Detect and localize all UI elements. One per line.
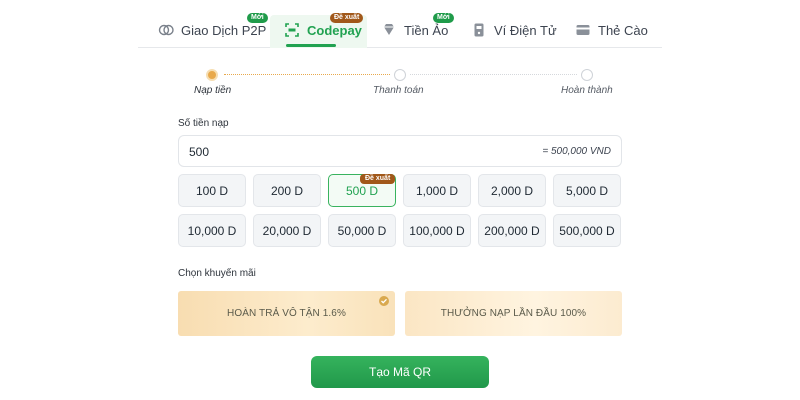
new-badge: Mới (247, 13, 268, 23)
wallet-icon (471, 22, 487, 38)
step-label-hoan-thanh: Hoàn thành (561, 85, 613, 96)
amount-chip[interactable]: 200,000 D (478, 214, 546, 247)
qr-scan-icon (284, 22, 300, 38)
promo-label: THƯỞNG NẠP LẦN ĐẦU 100% (440, 308, 587, 319)
amount-chip[interactable]: 50,000 D (328, 214, 396, 247)
amount-equivalent: = 500,000 VND (542, 146, 611, 157)
promo-option-hoan-tra[interactable]: HOÀN TRẢ VÔ TẬN 1.6% (178, 291, 395, 336)
amount-value: 500 (189, 145, 210, 159)
p2p-exchange-icon (158, 22, 174, 38)
promo-label: HOÀN TRẢ VÔ TẬN 1.6% (227, 308, 346, 319)
amount-label: Số tiền nạp (178, 118, 229, 129)
tab-label: Codepay (307, 22, 362, 38)
tab-label: Thẻ Cào (598, 22, 648, 38)
amount-chip[interactable]: 5,000 D (553, 174, 621, 207)
amount-chip[interactable]: 200 D (253, 174, 321, 207)
tab-label: Ví Điện Tử (494, 22, 557, 38)
amount-chip[interactable]: 500,000 D (553, 214, 621, 247)
tab-label: Tiền Ảo (404, 22, 449, 38)
step-label-nap-tien: Nạp tiền (194, 85, 232, 96)
amount-chip[interactable]: 1,000 D (403, 174, 471, 207)
diamond-icon (381, 22, 397, 38)
create-qr-button[interactable]: Tạo Mã QR (311, 356, 489, 388)
tab-the-cao[interactable]: Thẻ Cào (575, 12, 648, 48)
promotion-label: Chọn khuyến mãi (178, 268, 256, 279)
amount-chip[interactable]: 10,000 D (178, 214, 246, 247)
tab-vi-dien-tu[interactable]: Ví Điện Tử (471, 12, 557, 48)
amount-input[interactable]: 500 = 500,000 VND (178, 135, 622, 167)
amount-chip[interactable]: 100,000 D (403, 214, 471, 247)
recommended-badge: Đề xuất (360, 174, 396, 184)
check-icon (379, 296, 389, 306)
amount-chip[interactable]: 100 D (178, 174, 246, 207)
card-icon (575, 22, 591, 38)
amount-chip[interactable]: 2,000 D (478, 174, 546, 207)
recommended-badge: Đề xuất (330, 13, 364, 23)
promo-option-thuong-nap[interactable]: THƯỞNG NẠP LẦN ĐẦU 100% (405, 291, 622, 336)
step-dot-nap-tien (206, 69, 218, 81)
step-dot-hoan-thanh (581, 69, 593, 81)
step-label-thanh-toan: Thanh toán (373, 85, 424, 96)
step-dot-thanh-toan (394, 69, 406, 81)
step-connector-done (224, 74, 390, 75)
tab-label: Giao Dịch P2P (181, 22, 267, 38)
new-badge: Mới (433, 13, 454, 23)
step-connector-pending (410, 74, 577, 75)
amount-chip[interactable]: 20,000 D (253, 214, 321, 247)
